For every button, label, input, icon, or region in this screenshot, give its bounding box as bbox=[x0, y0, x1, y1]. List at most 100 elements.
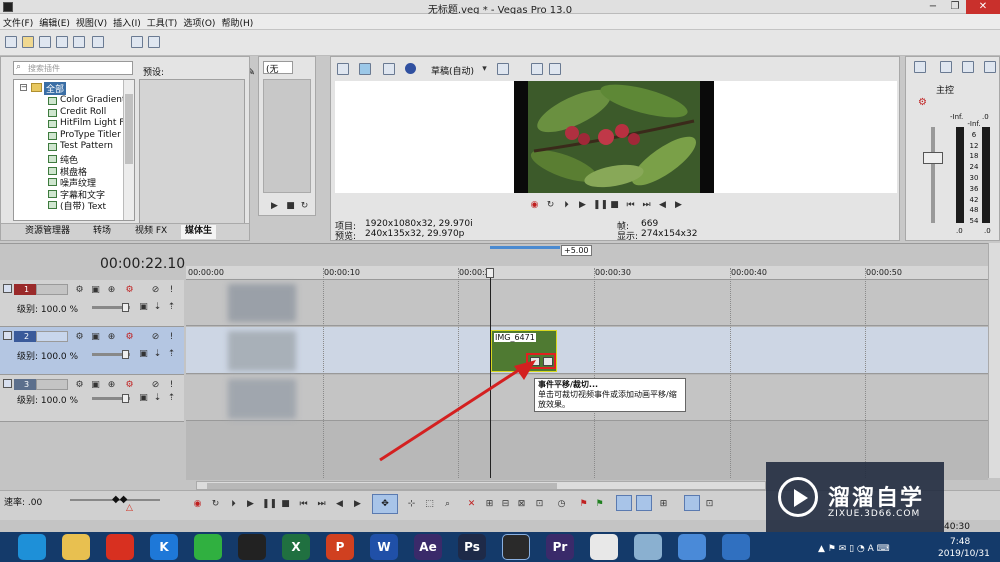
save-as-icon[interactable] bbox=[56, 36, 68, 48]
snapping-icon[interactable] bbox=[616, 495, 632, 511]
bus-icon[interactable] bbox=[984, 61, 996, 73]
menu-help[interactable]: 帮助(H) bbox=[218, 14, 256, 29]
mute-icon[interactable]: ⊘ bbox=[150, 332, 161, 342]
lock-envelopes-icon[interactable] bbox=[684, 495, 700, 511]
bus-icon[interactable] bbox=[914, 61, 926, 73]
next-frame-icon[interactable]: ▶ bbox=[673, 200, 684, 210]
search-box[interactable]: ⌕ 搜索插件 bbox=[13, 61, 133, 75]
tree-scrollbar[interactable] bbox=[123, 80, 134, 220]
level-slider-knob[interactable] bbox=[122, 303, 129, 312]
automation-icon[interactable]: ⚙ bbox=[74, 285, 85, 295]
close-button[interactable]: ✕ bbox=[966, 0, 1000, 14]
split-screen-icon[interactable] bbox=[383, 63, 395, 75]
tree-item-all[interactable]: 全部 bbox=[44, 82, 67, 95]
ripple-mode-icon[interactable]: ⊞ bbox=[658, 499, 669, 509]
loop-playback-icon[interactable]: ↻ bbox=[210, 499, 221, 509]
scroll-thumb[interactable] bbox=[207, 483, 557, 489]
save-snapshot-icon[interactable] bbox=[549, 63, 561, 75]
open-icon[interactable] bbox=[22, 36, 34, 48]
solo-icon[interactable]: ! bbox=[166, 285, 177, 295]
automation-icon[interactable]: ⚙ bbox=[74, 332, 85, 342]
properties-icon[interactable] bbox=[92, 36, 104, 48]
level-slider-knob[interactable] bbox=[122, 350, 129, 359]
track-collapse-icon[interactable] bbox=[3, 284, 12, 293]
horizontal-scrollbar[interactable] bbox=[196, 481, 766, 490]
aftereffects-icon[interactable]: Ae bbox=[414, 534, 442, 560]
track-name-field[interactable] bbox=[36, 379, 68, 390]
tree-item[interactable]: Test Pattern bbox=[60, 141, 113, 151]
delete-icon[interactable]: ✕ bbox=[466, 499, 477, 509]
minimize-button[interactable]: − bbox=[922, 0, 944, 14]
photoshop-icon[interactable]: Ps bbox=[458, 534, 486, 560]
solo-icon[interactable]: ! bbox=[166, 380, 177, 390]
vertical-scrollbar[interactable] bbox=[988, 243, 1000, 478]
blurred-clip[interactable] bbox=[228, 331, 296, 371]
previous-frame-icon[interactable]: ◀ bbox=[334, 499, 345, 509]
marker-icon[interactable]: ⚑ bbox=[578, 499, 589, 509]
go-to-start-icon[interactable]: ⏮ bbox=[625, 200, 636, 210]
playhead-marker[interactable] bbox=[486, 268, 494, 278]
paste-icon[interactable] bbox=[148, 36, 160, 48]
tree-item[interactable]: Color Gradient bbox=[60, 95, 126, 105]
ignore-grouping-icon[interactable]: ⊡ bbox=[704, 499, 715, 509]
track-icon[interactable]: ⇡ bbox=[166, 302, 177, 312]
track-icon[interactable]: ▣ bbox=[138, 393, 149, 403]
qq-icon[interactable] bbox=[238, 534, 266, 560]
stop-icon[interactable]: ■ bbox=[609, 200, 620, 210]
go-to-end-icon[interactable]: ⏭ bbox=[641, 200, 652, 210]
track-name-field[interactable] bbox=[36, 284, 68, 295]
copy-snapshot-icon[interactable] bbox=[531, 63, 543, 75]
mute-icon[interactable]: ⊘ bbox=[150, 285, 161, 295]
track-collapse-icon[interactable] bbox=[3, 379, 12, 388]
loop-playback-icon[interactable]: ↻ bbox=[545, 200, 556, 210]
play-icon[interactable]: ▶ bbox=[577, 200, 588, 210]
pause-icon[interactable]: ❚❚ bbox=[262, 499, 277, 509]
bus-icon[interactable] bbox=[962, 61, 974, 73]
track-fx-icon[interactable]: ⚙ bbox=[124, 285, 135, 295]
mute-icon[interactable]: ⊘ bbox=[150, 380, 161, 390]
preview-properties-icon[interactable] bbox=[337, 63, 349, 75]
tree-item[interactable]: (自带) Text bbox=[60, 199, 106, 212]
zoom-tool-icon[interactable]: ⌕ bbox=[442, 499, 453, 509]
excel-icon[interactable]: X bbox=[282, 534, 310, 560]
track-header-3[interactable]: 3 ⚙ ▣ ⊕ ⚙ ⊘ ! 级别: 100.0 % ▣ ⇣ ⇡ bbox=[0, 375, 184, 422]
tree-item[interactable]: ProType Titler bbox=[60, 130, 121, 140]
next-frame-icon[interactable]: ▶ bbox=[352, 499, 363, 509]
trim-icon[interactable]: ⊟ bbox=[500, 499, 511, 509]
menu-tools[interactable]: 工具(T) bbox=[144, 14, 181, 29]
menu-edit[interactable]: 编辑(E) bbox=[36, 14, 73, 29]
level-slider-knob[interactable] bbox=[122, 394, 129, 403]
track-collapse-icon[interactable] bbox=[3, 331, 12, 340]
auto-ripple-icon[interactable] bbox=[636, 495, 652, 511]
render-icon[interactable] bbox=[73, 36, 85, 48]
tab-explorer[interactable]: 资源管理器 bbox=[21, 225, 74, 239]
motion-icon[interactable]: ▣ bbox=[90, 332, 101, 342]
track-icon[interactable]: ⇡ bbox=[166, 393, 177, 403]
restore-button[interactable]: ❐ bbox=[944, 0, 966, 14]
stop-icon[interactable]: ■ bbox=[285, 201, 296, 211]
preview-quality-dropdown[interactable]: 草稿(自动) bbox=[431, 64, 474, 77]
go-to-start-icon[interactable]: ⏮ bbox=[298, 499, 309, 509]
marker-icon[interactable]: ◷ bbox=[556, 499, 567, 509]
blurred-clip[interactable] bbox=[228, 379, 296, 419]
tab-video-fx[interactable]: 视频 FX bbox=[131, 225, 171, 239]
play-icon[interactable]: ▶ bbox=[245, 499, 256, 509]
normal-edit-tool-icon[interactable]: ✥ bbox=[372, 494, 398, 514]
kugou-icon[interactable]: K bbox=[150, 534, 178, 560]
wechat-icon[interactable] bbox=[194, 534, 222, 560]
new-icon[interactable] bbox=[5, 36, 17, 48]
blurred-clip[interactable] bbox=[228, 284, 296, 322]
record-icon[interactable]: ◉ bbox=[192, 499, 203, 509]
word-icon[interactable]: W bbox=[370, 534, 398, 560]
play-icon[interactable]: ▶ bbox=[269, 201, 280, 211]
scroll-thumb[interactable] bbox=[125, 94, 133, 164]
split-icon[interactable]: ⊠ bbox=[516, 499, 527, 509]
premiere-icon[interactable]: Pr bbox=[546, 534, 574, 560]
menu-options[interactable]: 选项(O) bbox=[180, 14, 218, 29]
previous-frame-icon[interactable]: ◀ bbox=[657, 200, 668, 210]
master-fader[interactable] bbox=[923, 152, 943, 164]
track-header-2[interactable]: 2 ⚙ ▣ ⊕ ⚙ ⊘ ! 级别: 100.0 % ▣ ⇣ ⇡ bbox=[0, 327, 184, 375]
track-icon[interactable]: ⇣ bbox=[152, 393, 163, 403]
track-icon[interactable]: ⇣ bbox=[152, 349, 163, 359]
compositing-icon[interactable]: ⊕ bbox=[106, 380, 117, 390]
